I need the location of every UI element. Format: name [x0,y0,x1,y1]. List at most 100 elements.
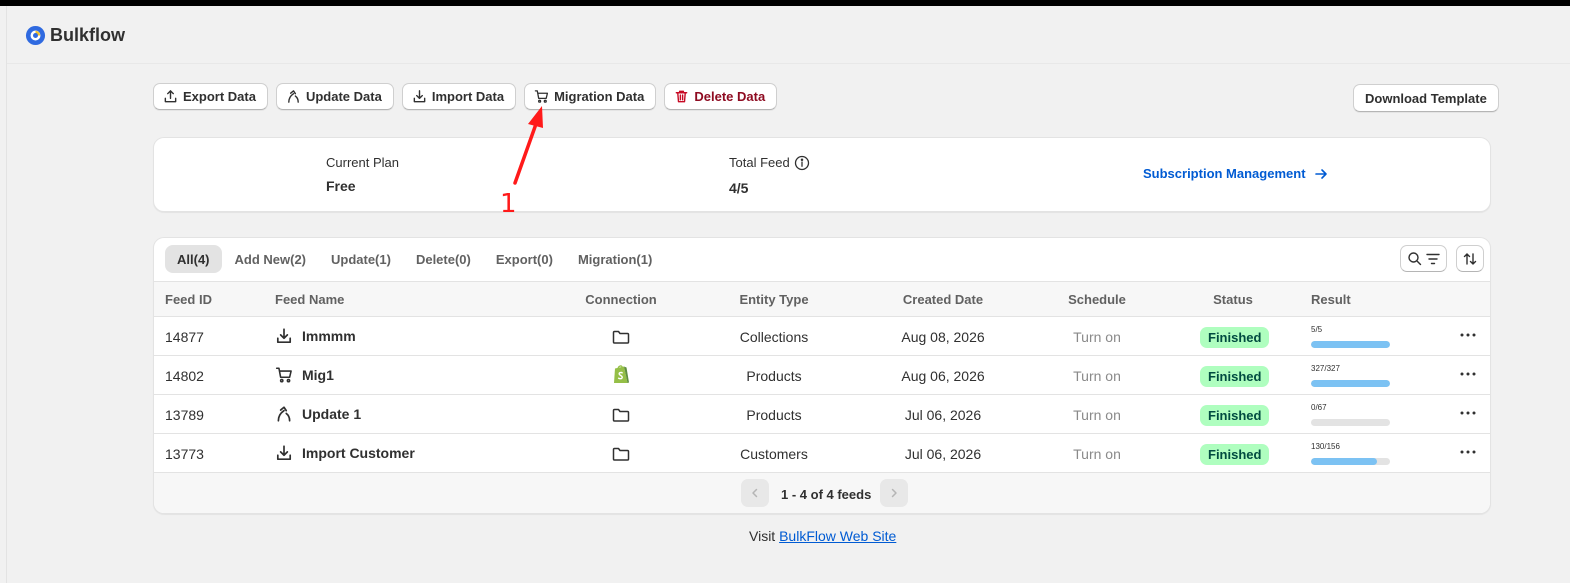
status-badge: Finished [1200,366,1270,387]
more-horizontal-icon [1460,450,1476,454]
subscription-management-link[interactable]: Subscription Management [1143,166,1328,181]
brand[interactable]: Bulkflow [25,25,125,46]
created-date: Aug 06, 2026 [901,368,985,384]
more-actions-button[interactable] [1456,323,1480,347]
feed-name-text: Immmm [302,328,356,344]
result-progress-bar [1311,341,1390,348]
feed-id: 13789 [165,407,204,423]
next-page-button[interactable] [880,479,908,507]
migration-data-button[interactable]: Migration Data [524,83,657,110]
total-feed-label: Total Feed [729,155,790,170]
update-icon [288,90,299,103]
export-data-button[interactable]: Export Data [153,83,268,110]
col-entity-type: Entity Type [739,292,809,307]
more-actions-button[interactable] [1456,401,1480,425]
import-data-button[interactable]: Import Data [401,83,517,110]
entity-type: Products [746,407,802,423]
bulkflow-website-link[interactable]: BulkFlow Web Site [779,528,896,544]
created-date: Jul 06, 2026 [904,407,982,423]
migration-data-label: Migration Data [554,89,645,104]
entity-type: Customers [740,446,808,462]
chevron-right-icon [891,488,897,498]
col-result: Result [1311,292,1351,307]
import-icon [276,328,292,344]
tab-add-new[interactable]: Add New(2) [223,245,319,273]
download-template-button[interactable]: Download Template [1353,84,1499,112]
more-horizontal-icon [1460,333,1476,337]
cart-icon [534,90,549,103]
current-plan-label: Current Plan [326,155,399,170]
feed-name-text: Mig1 [302,367,334,383]
import-data-label: Import Data [431,89,505,104]
col-feed-id: Feed ID [165,292,212,307]
trash-icon [676,90,688,103]
total-feed-value: 4/5 [729,180,749,196]
table-row[interactable]: 14802 Mig1 Products Aug 06, 2026 Turn on… [154,356,1490,395]
col-feed-name: Feed Name [275,292,345,307]
search-filter-button[interactable] [1400,245,1447,272]
schedule-toggle[interactable]: Turn on [1073,407,1121,423]
delete-data-button[interactable]: Delete Data [664,83,778,110]
result-progress-bar [1311,380,1390,387]
col-schedule: Schedule [1068,292,1126,307]
feed-name[interactable]: Update 1 [275,405,361,423]
tab-delete[interactable]: Delete(0) [404,245,483,273]
feed-name-text: Import Customer [302,445,415,461]
sort-button[interactable] [1456,245,1484,272]
schedule-toggle[interactable]: Turn on [1073,446,1121,462]
chevron-left-icon [752,488,758,498]
feed-id: 14802 [165,368,204,384]
action-toolbar: Export Data Update Data Import Data Migr… [153,83,778,110]
top-black-bar [0,0,1570,6]
more-horizontal-icon [1460,411,1476,415]
tab-update[interactable]: Update(1) [319,245,403,273]
table-row[interactable]: 13773 Import Customer Customers Jul 06, … [154,434,1490,473]
sort-icon [1463,252,1477,265]
result-count: 0/67 [1311,403,1327,412]
feeds-table-card: All(4) Add New(2) Update(1) Delete(0) Ex… [153,237,1491,514]
entity-type: Products [746,368,802,384]
tab-all[interactable]: All(4) [165,245,222,273]
more-actions-button[interactable] [1456,440,1480,464]
schedule-toggle[interactable]: Turn on [1073,329,1121,345]
app-name: Bulkflow [50,25,125,45]
import-icon [276,445,292,461]
update-data-button[interactable]: Update Data [275,83,394,110]
folder-icon [612,330,630,344]
more-actions-button[interactable] [1456,362,1480,386]
tab-migration[interactable]: Migration(1) [566,245,664,273]
info-icon[interactable] [794,155,810,171]
result-count: 130/156 [1311,442,1340,451]
feed-name[interactable]: Import Customer [275,444,415,462]
table-row[interactable]: 13789 Update 1 Products Jul 06, 2026 Tur… [154,395,1490,434]
table-header: Feed ID Feed Name Connection Entity Type… [154,282,1490,317]
created-date: Aug 08, 2026 [901,329,985,345]
feed-name[interactable]: Immmm [275,327,356,345]
feed-id: 13773 [165,446,204,462]
col-status: Status [1213,292,1253,307]
table-row[interactable]: 14877 Immmm Collections Aug 08, 2026 Tur… [154,317,1490,356]
more-horizontal-icon [1460,372,1476,376]
annotation-number: 1 [500,189,517,219]
header-divider [7,63,1570,64]
schedule-toggle[interactable]: Turn on [1073,368,1121,384]
tab-export[interactable]: Export(0) [484,245,565,273]
subscription-management-label: Subscription Management [1143,166,1306,181]
feed-name[interactable]: Mig1 [275,366,334,384]
status-badge: Finished [1200,405,1270,426]
col-connection: Connection [585,292,657,307]
folder-icon [612,447,630,461]
bulkflow-logo-icon [25,25,46,46]
arrow-right-icon [1314,168,1327,179]
col-created-date: Created Date [902,292,984,307]
result-progress-bar [1311,419,1390,426]
prev-page-button[interactable] [741,479,769,507]
pagination-text: 1 - 4 of 4 feeds [781,487,872,502]
update-icon [277,406,291,422]
download-template-label: Download Template [1365,90,1487,106]
filter-tabs: All(4) Add New(2) Update(1) Delete(0) Ex… [165,245,664,273]
update-data-label: Update Data [305,89,382,104]
feed-name-text: Update 1 [302,406,362,422]
result-count: 5/5 [1311,325,1323,334]
cart-icon [275,367,292,383]
